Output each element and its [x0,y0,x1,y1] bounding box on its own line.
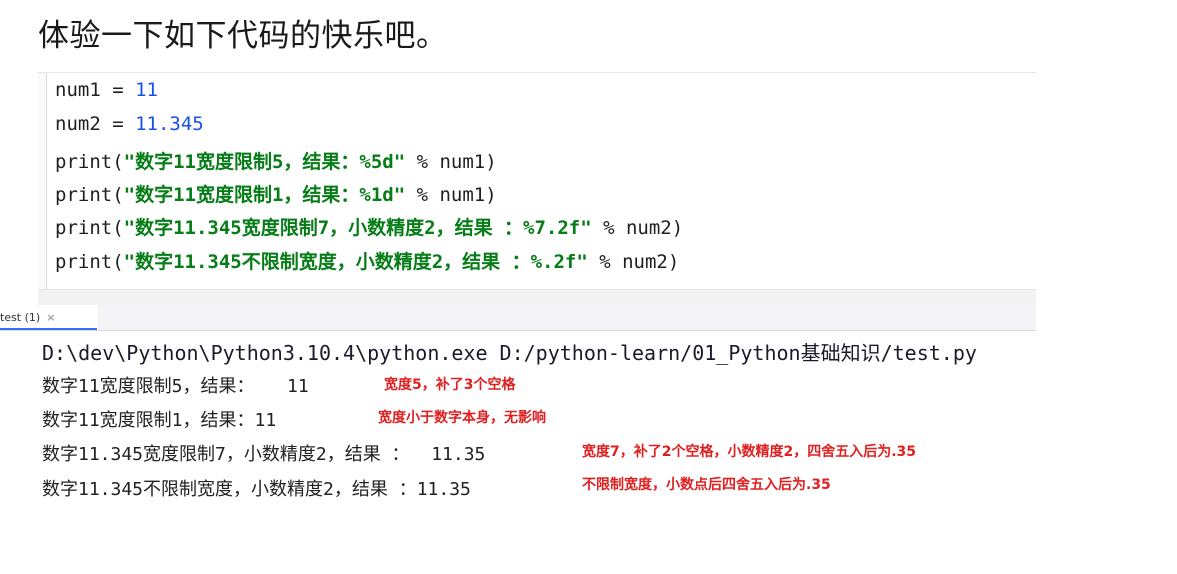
console-output-line: 数字11宽度限制5，结果： 11 [42,376,309,397]
code-rest: % num1) [405,151,497,173]
code-string: "数字11.345宽度限制7，小数精度2，结果 ：%7.2f" [123,217,592,239]
run-tab[interactable]: test (1) × [0,305,98,330]
code-number: 11.345 [135,113,204,135]
code-line-3[interactable]: print("数字11宽度限制5，结果：%5d" % num1) [55,147,497,174]
code-line-6[interactable]: print("数字11.345不限制宽度，小数精度2，结果 ：%.2f" % n… [55,247,679,274]
close-icon[interactable]: × [46,311,55,324]
annotation-note: 宽度7，补了2个空格，小数精度2，四舍五入后为.35 [582,444,917,460]
panel-divider[interactable] [38,289,1036,306]
code-line-5[interactable]: print("数字11.345宽度限制7，小数精度2，结果 ：%7.2f" % … [55,213,683,240]
console-output-line: 数字11.345不限制宽度，小数精度2，结果 ：11.35 [42,479,471,500]
code-rest: % num2) [587,251,680,273]
annotation-note: 宽度小于数字本身，无影响 [378,410,546,426]
code-line-2[interactable]: num2 = 11.345 [55,113,204,135]
run-tab-label: test (1) [0,311,41,324]
code-string: "数字11宽度限制5，结果：%5d" [123,151,406,173]
code-number: 11 [135,79,158,101]
code-var: num2 = [55,113,136,135]
code-line-1[interactable]: num1 = 11 [55,79,158,101]
page-title: 体验一下如下代码的快乐吧。 [38,18,448,54]
code-fn: print( [55,251,124,273]
code-rest: % num1) [405,184,497,206]
code-string: "数字11宽度限制1，结果：%1d" [123,184,406,206]
console-output-line: 数字11宽度限制1，结果：11 [42,410,277,431]
code-rest: % num2) [591,217,684,239]
code-fn: print( [55,217,124,239]
console-command: D:\dev\Python\Python3.10.4\python.exe D:… [42,341,977,365]
code-string: "数字11.345不限制宽度，小数精度2，结果 ：%.2f" [123,251,588,273]
code-var: num1 = [55,79,136,101]
run-tab-bar: test (1) × [0,305,1036,331]
code-fn: print( [55,151,124,173]
code-fn: print( [55,184,124,206]
editor-gutter [38,73,47,289]
annotation-note: 宽度5，补了3个空格 [384,377,516,393]
annotation-note: 不限制宽度，小数点后四舍五入后为.35 [582,477,831,493]
code-line-4[interactable]: print("数字11宽度限制1，结果：%1d" % num1) [55,180,497,207]
console-output-line: 数字11.345宽度限制7，小数精度2，结果 ： 11.35 [42,444,486,465]
code-editor[interactable]: num1 = 11 num2 = 11.345 print("数字11宽度限制5… [38,72,1036,289]
